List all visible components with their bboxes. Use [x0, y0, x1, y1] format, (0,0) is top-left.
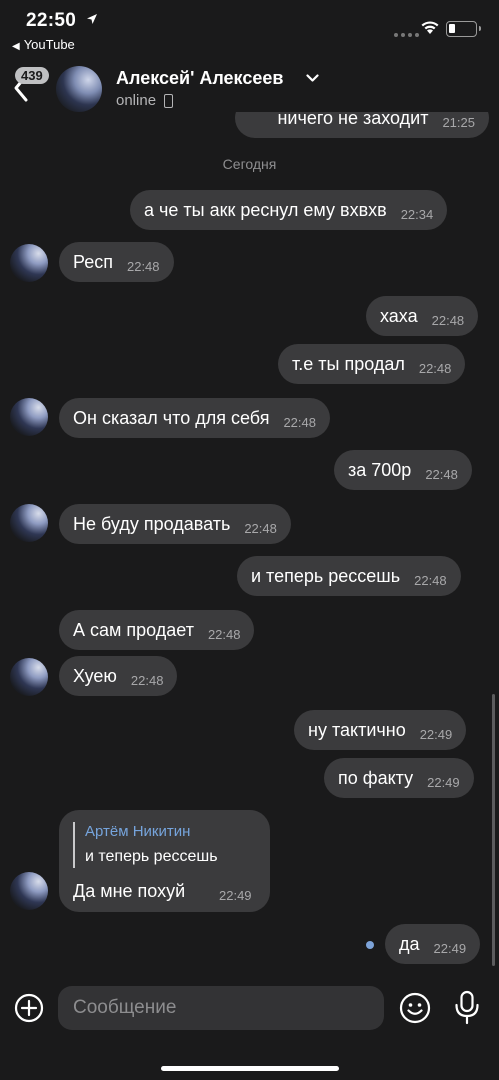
phone-icon	[164, 94, 173, 108]
message-text: да	[399, 933, 420, 954]
battery-icon	[446, 21, 481, 37]
status-bar: 22:50 ◀ YouTube	[0, 0, 499, 56]
message-bubble-out[interactable]: и теперь рессешь 22:48	[237, 556, 461, 596]
message-time: 22:49	[219, 888, 252, 903]
contact-avatar[interactable]	[56, 66, 102, 112]
message-text: и теперь рессешь	[251, 565, 401, 586]
message-time: 22:49	[433, 940, 467, 956]
quoted-text[interactable]: и теперь рессешь	[85, 848, 218, 866]
message-text: по факту	[338, 767, 414, 788]
message-bubble-in[interactable]: А сам продает 22:48	[59, 610, 255, 650]
sender-avatar[interactable]	[10, 244, 48, 282]
back-app-label: YouTube	[23, 37, 75, 52]
smile-icon[interactable]	[399, 992, 431, 1024]
quote-bar	[73, 822, 75, 868]
message-time: 22:48	[431, 312, 465, 328]
reply-message-bubble[interactable]: Артём Никитин и теперь рессешь Да мне по…	[59, 810, 270, 912]
message-bubble-out[interactable]: ничего не заходит 21:25	[235, 112, 489, 138]
message-time: 22:49	[427, 774, 460, 790]
sender-avatar[interactable]	[10, 504, 48, 542]
message-time: 22:48	[418, 360, 452, 376]
message-list[interactable]: ничего не заходит 21:25 Сегодня а че ты …	[0, 112, 499, 980]
message-text: А сам продает	[73, 619, 194, 640]
message-bubble-in[interactable]: Он сказал что для себя 22:48	[59, 398, 330, 438]
message-time: 22:34	[400, 206, 434, 222]
message-time: 22:48	[425, 466, 458, 482]
location-arrow-icon	[87, 14, 97, 24]
message-text: Респ	[73, 251, 113, 272]
message-time: 22:48	[207, 626, 241, 642]
message-bubble-in[interactable]: Не буду продавать 22:48	[59, 504, 291, 544]
message-text: т.е ты продал	[292, 353, 405, 374]
status-time: 22:50	[26, 10, 77, 31]
message-bubble-out[interactable]: по факту 22:49	[324, 758, 474, 798]
message-text: Не буду продавать	[73, 513, 231, 534]
message-time: 22:49	[419, 726, 453, 742]
back-triangle-icon: ◀	[12, 41, 20, 52]
message-text: ну тактично	[308, 719, 406, 740]
message-time: 22:48	[130, 672, 164, 688]
scrollbar[interactable]	[492, 694, 495, 966]
back-to-app-link[interactable]: ◀ YouTube	[12, 37, 75, 52]
message-text: Да мне похуй	[73, 881, 186, 901]
message-bubble-in[interactable]: Хуею 22:48	[59, 656, 178, 696]
message-bubble-out[interactable]: за 700р 22:48	[334, 450, 472, 490]
wifi-icon	[421, 21, 439, 34]
composer	[0, 980, 499, 1080]
unread-indicator	[366, 941, 374, 949]
message-text: за 700р	[348, 459, 412, 480]
sender-avatar[interactable]	[10, 658, 48, 696]
back-button[interactable]: 439	[8, 66, 54, 106]
microphone-icon[interactable]	[453, 990, 481, 1026]
message-time: 22:48	[126, 258, 160, 274]
contact-name[interactable]: Алексей' Алексеев	[116, 68, 283, 89]
message-bubble-in[interactable]: Респ 22:48	[59, 242, 174, 282]
chat-header: 439 Алексей' Алексеев online	[0, 56, 499, 112]
unread-badge: 439	[15, 67, 49, 84]
contact-status: online	[116, 92, 157, 109]
quoted-author[interactable]: Артём Никитин	[85, 823, 190, 840]
message-bubble-out[interactable]: хаха 22:48	[366, 296, 479, 336]
plus-icon[interactable]	[14, 993, 44, 1023]
message-text: ничего не заходит	[277, 112, 429, 128]
signal-dots-icon	[394, 33, 419, 37]
chevron-down-icon[interactable]	[306, 74, 319, 83]
message-text: Хуею	[73, 665, 117, 686]
sender-avatar[interactable]	[10, 398, 48, 436]
message-time: 22:48	[414, 572, 447, 588]
message-time: 21:25	[442, 114, 475, 130]
message-bubble-out[interactable]: да 22:49	[385, 924, 481, 964]
message-bubble-out[interactable]: ну тактично 22:49	[294, 710, 467, 750]
message-text: а че ты акк реснул ему вхвхв	[144, 199, 387, 220]
message-input[interactable]	[58, 986, 384, 1030]
home-indicator[interactable]	[161, 1066, 339, 1071]
message-time: 22:48	[244, 520, 277, 536]
message-time: 22:48	[283, 414, 316, 430]
message-bubble-out[interactable]: т.е ты продал 22:48	[278, 344, 466, 384]
message-text: хаха	[380, 305, 418, 326]
message-text: Он сказал что для себя	[73, 407, 270, 428]
sender-avatar[interactable]	[10, 872, 48, 910]
date-separator: Сегодня	[222, 156, 277, 172]
message-bubble-out[interactable]: а че ты акк реснул ему вхвхв 22:34	[130, 190, 448, 230]
